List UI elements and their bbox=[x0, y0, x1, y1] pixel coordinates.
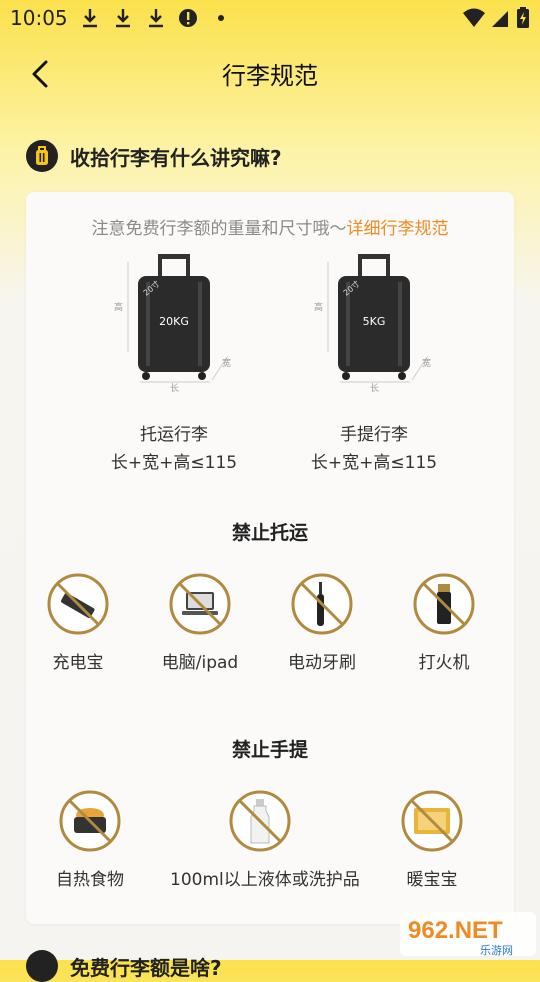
item-label: 100ml以上液体或洗护品 bbox=[170, 870, 360, 890]
height-dim-label: 高 bbox=[114, 301, 123, 313]
self-heating-food-icon bbox=[59, 790, 121, 852]
rules-detail-link[interactable]: 详细行李规范 bbox=[347, 219, 449, 239]
prohibited-item: 电脑/ipad bbox=[140, 572, 260, 673]
signal-icon bbox=[492, 11, 508, 27]
nav-bar: 行李规范 bbox=[0, 44, 540, 104]
carry-on-bag-rule: 长+宽+高≤115 bbox=[310, 453, 438, 473]
item-label: 暖宝宝 bbox=[406, 870, 458, 890]
prohibited-checked-title: 禁止托运 bbox=[231, 522, 308, 544]
download-icon bbox=[116, 9, 130, 28]
liquid-bottle-icon bbox=[229, 790, 291, 852]
hand-warmer-icon bbox=[401, 790, 463, 852]
notice-message: 注意免费行李额的重量和尺寸哦～ bbox=[91, 219, 347, 239]
download-icon bbox=[149, 9, 163, 28]
wifi-icon bbox=[463, 8, 485, 27]
site-watermark-logo: 962.NET 乐游网 bbox=[400, 912, 536, 957]
notice-text: 注意免费行李额的重量和尺寸哦～详细行李规范 bbox=[26, 214, 514, 239]
prohibited-item: 电动牙刷 bbox=[262, 572, 382, 673]
checked-suitcase-illustration: 高 长 宽 20寸 20KG bbox=[114, 254, 231, 392]
laptop-icon bbox=[169, 573, 231, 635]
dot-icon bbox=[218, 15, 224, 21]
watermark-brand: 962.NET bbox=[408, 917, 503, 944]
baggage-rules-card: 注意免费行李额的重量和尺寸哦～详细行李规范 高 长 宽 20寸 20KG 托运行… bbox=[26, 192, 514, 924]
download-icon bbox=[83, 9, 97, 28]
checked-bag-rule: 长+宽+高≤115 bbox=[110, 453, 238, 473]
section-title: 收拾行李有什么讲究嘛? bbox=[70, 146, 282, 170]
prohibited-item: 100ml以上液体或洗护品 bbox=[170, 789, 360, 890]
item-label: 电脑/ipad bbox=[161, 653, 239, 673]
page-title: 行李规范 bbox=[222, 62, 318, 90]
battery-charging-icon bbox=[517, 7, 529, 28]
length-dim-label: 长 bbox=[370, 382, 379, 392]
lighter-icon bbox=[413, 573, 475, 635]
width-dim-label: 宽 bbox=[422, 357, 431, 369]
prohibited-carry-title: 禁止手提 bbox=[231, 739, 308, 761]
checked-weight: 20KG bbox=[159, 315, 189, 328]
luggage-icon bbox=[26, 140, 58, 172]
alert-icon bbox=[179, 9, 197, 27]
free-allowance-icon bbox=[26, 950, 58, 982]
prohibited-item: 自热食物 bbox=[30, 789, 150, 890]
height-dim-label: 高 bbox=[314, 301, 323, 313]
prohibited-item: 暖宝宝 bbox=[372, 789, 492, 890]
electric-toothbrush-icon bbox=[291, 573, 353, 635]
length-dim-label: 长 bbox=[170, 382, 179, 392]
item-label: 充电宝 bbox=[52, 653, 104, 673]
carry-on-bag-name: 手提行李 bbox=[340, 425, 408, 445]
item-label: 打火机 bbox=[418, 653, 470, 673]
item-label: 电动牙刷 bbox=[288, 653, 356, 673]
carry-on-weight: 5KG bbox=[363, 315, 386, 328]
carry-on-suitcase-illustration: 高 长 宽 20寸 5KG bbox=[314, 254, 431, 392]
next-section-title: 免费行李额是啥? bbox=[70, 956, 222, 980]
power-bank-icon bbox=[47, 573, 109, 635]
prohibited-item: 充电宝 bbox=[18, 572, 138, 673]
prohibited-item: 打火机 bbox=[384, 572, 504, 673]
item-label: 自热食物 bbox=[56, 870, 124, 890]
watermark-sub: 乐游网 bbox=[480, 944, 513, 957]
status-time: 10:05 bbox=[10, 6, 68, 30]
status-bar: 10:05 bbox=[0, 0, 540, 36]
width-dim-label: 宽 bbox=[222, 357, 231, 369]
checked-bag-name: 托运行李 bbox=[140, 425, 208, 445]
